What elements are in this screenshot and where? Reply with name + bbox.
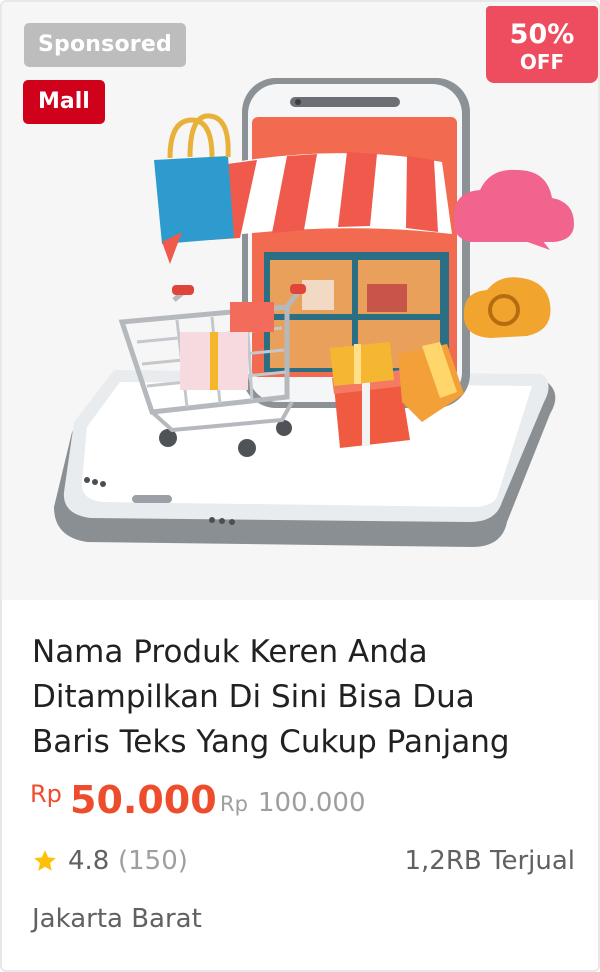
original-price-currency: Rp xyxy=(220,792,248,816)
rating-sold-row: 4.8 (150) 1,2RB Terjual xyxy=(30,842,575,882)
sold-count: 1,2RB Terjual xyxy=(404,846,575,876)
rating-value: 4.8 xyxy=(68,846,110,876)
rating-count: (150) xyxy=(118,846,188,876)
product-title-line: Ditampilkan Di Sini Bisa Dua xyxy=(32,679,475,715)
discount-badge: 50% OFF xyxy=(486,6,598,83)
product-title-line: Baris Teks Yang Cukup Panjang xyxy=(32,724,510,760)
sponsored-badge: Sponsored xyxy=(24,23,186,67)
original-price: 100.000 xyxy=(258,788,366,818)
star-icon xyxy=(34,850,56,871)
product-title[interactable]: Nama Produk Keren Anda Ditampilkan Di Si… xyxy=(32,630,577,765)
price-currency: Rp xyxy=(30,780,62,808)
mall-badge: Mall xyxy=(23,80,105,124)
price-row: Rp 50.000 Rp 100.000 xyxy=(30,774,580,824)
product-card[interactable]: Sponsored Mall 50% OFF Nama Produk Keren… xyxy=(0,0,600,972)
product-title-line: Nama Produk Keren Anda xyxy=(32,634,428,670)
current-price: 50.000 xyxy=(70,778,217,822)
discount-off-label: OFF xyxy=(519,50,565,74)
shop-location: Jakarta Barat xyxy=(32,904,202,934)
product-image[interactable]: Sponsored Mall 50% OFF xyxy=(2,2,598,600)
discount-percent: 50% xyxy=(509,19,575,50)
